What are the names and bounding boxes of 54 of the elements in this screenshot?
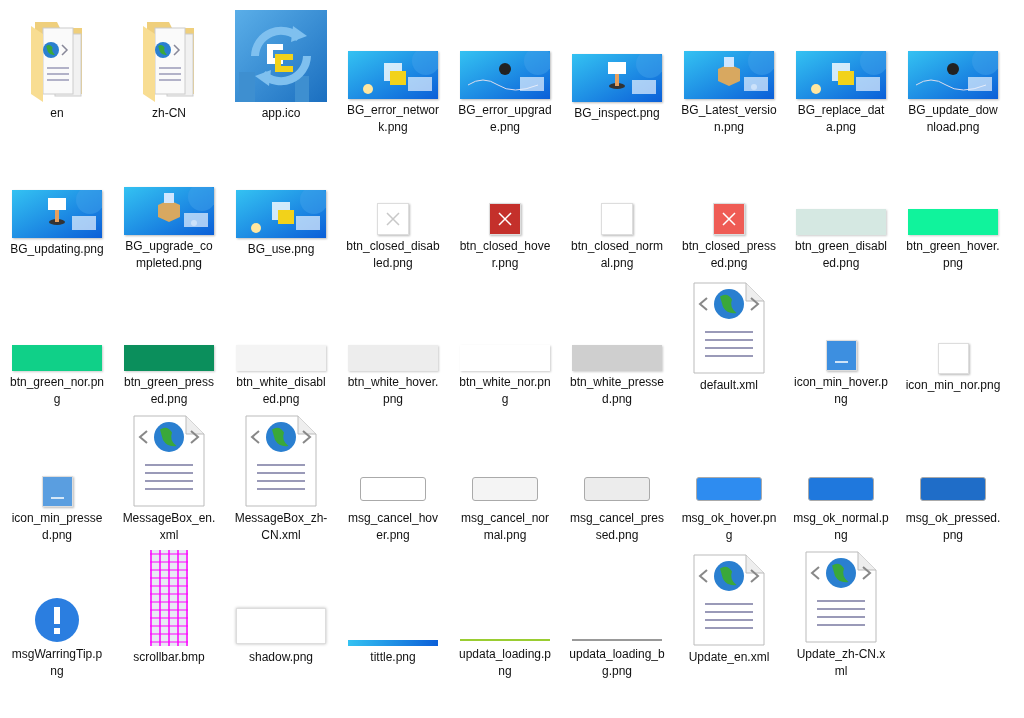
file-name[interactable]: shadow.png	[233, 649, 329, 666]
document-icon[interactable]	[133, 415, 205, 507]
file-name[interactable]: msgWarringTip.png	[9, 646, 105, 680]
file-name[interactable]: BG_error_upgrade.png	[457, 102, 553, 136]
file-name[interactable]: btn_white_nor.png	[457, 374, 553, 408]
file-name[interactable]: en	[9, 105, 105, 122]
file-name[interactable]: BG_error_network.png	[345, 102, 441, 136]
file-name[interactable]: msg_ok_pressed.png	[905, 510, 1001, 544]
file-name[interactable]: btn_green_hover.png	[905, 238, 1001, 272]
file-name[interactable]: BG_use.png	[233, 241, 329, 258]
file-name[interactable]: Update_zh-CN.xml	[793, 646, 889, 680]
file-name[interactable]: msg_cancel_hover.png	[345, 510, 441, 544]
file-name[interactable]: zh-CN	[121, 105, 217, 122]
minimize-icon[interactable]	[41, 476, 73, 507]
file-name[interactable]: msg_cancel_pressed.png	[569, 510, 665, 544]
file-name[interactable]: icon_min_pressed.png	[9, 510, 105, 544]
file-name[interactable]: BG_replace_data.png	[793, 102, 889, 136]
file-name[interactable]: tittle.png	[345, 649, 441, 666]
document-icon[interactable]	[693, 282, 765, 374]
close-button-icon[interactable]	[713, 203, 745, 235]
file-name[interactable]: BG_updating.png	[9, 241, 105, 258]
file-name[interactable]: btn_white_hover.png	[345, 374, 441, 408]
file-name[interactable]: btn_white_disabled.png	[233, 374, 329, 408]
file-name[interactable]: btn_closed_hover.png	[457, 238, 553, 272]
document-icon[interactable]	[693, 554, 765, 646]
file-name[interactable]: icon_min_hover.png	[793, 374, 889, 408]
file-name[interactable]: btn_green_pressed.png	[121, 374, 217, 408]
file-name[interactable]: BG_update_download.png	[905, 102, 1001, 136]
file-name[interactable]: btn_white_pressed.png	[569, 374, 665, 408]
file-name[interactable]: BG_inspect.png	[569, 105, 665, 122]
file-name[interactable]: scrollbar.bmp	[121, 649, 217, 666]
file-name[interactable]: updata_loading.png	[457, 646, 553, 680]
document-icon[interactable]	[805, 551, 877, 643]
file-name[interactable]: BG_upgrade_completed.png	[121, 238, 217, 272]
file-name[interactable]: btn_closed_normal.png	[569, 238, 665, 272]
file-name[interactable]: Update_en.xml	[681, 649, 777, 666]
file-name[interactable]: app.ico	[233, 105, 329, 122]
app-icon[interactable]	[235, 10, 327, 102]
close-button-icon[interactable]	[489, 203, 521, 235]
document-icon[interactable]	[245, 415, 317, 507]
warning-icon[interactable]	[34, 597, 80, 643]
file-name[interactable]: msg_ok_hover.png	[681, 510, 777, 544]
file-name[interactable]: default.xml	[681, 377, 777, 394]
file-name[interactable]: btn_green_nor.png	[9, 374, 105, 408]
file-name[interactable]: MessageBox_zh-CN.xml	[233, 510, 329, 544]
file-name[interactable]: msg_cancel_normal.png	[457, 510, 553, 544]
file-name[interactable]: BG_Latest_version.png	[681, 102, 777, 136]
file-name[interactable]: msg_ok_normal.png	[793, 510, 889, 544]
file-name[interactable]: btn_closed_pressed.png	[681, 238, 777, 272]
file-name[interactable]: MessageBox_en.xml	[121, 510, 217, 544]
file-name[interactable]: btn_green_disabled.png	[793, 238, 889, 272]
file-name[interactable]: icon_min_nor.png	[905, 377, 1001, 394]
minimize-icon[interactable]	[825, 340, 857, 371]
file-name[interactable]: updata_loading_bg.png	[569, 646, 665, 680]
